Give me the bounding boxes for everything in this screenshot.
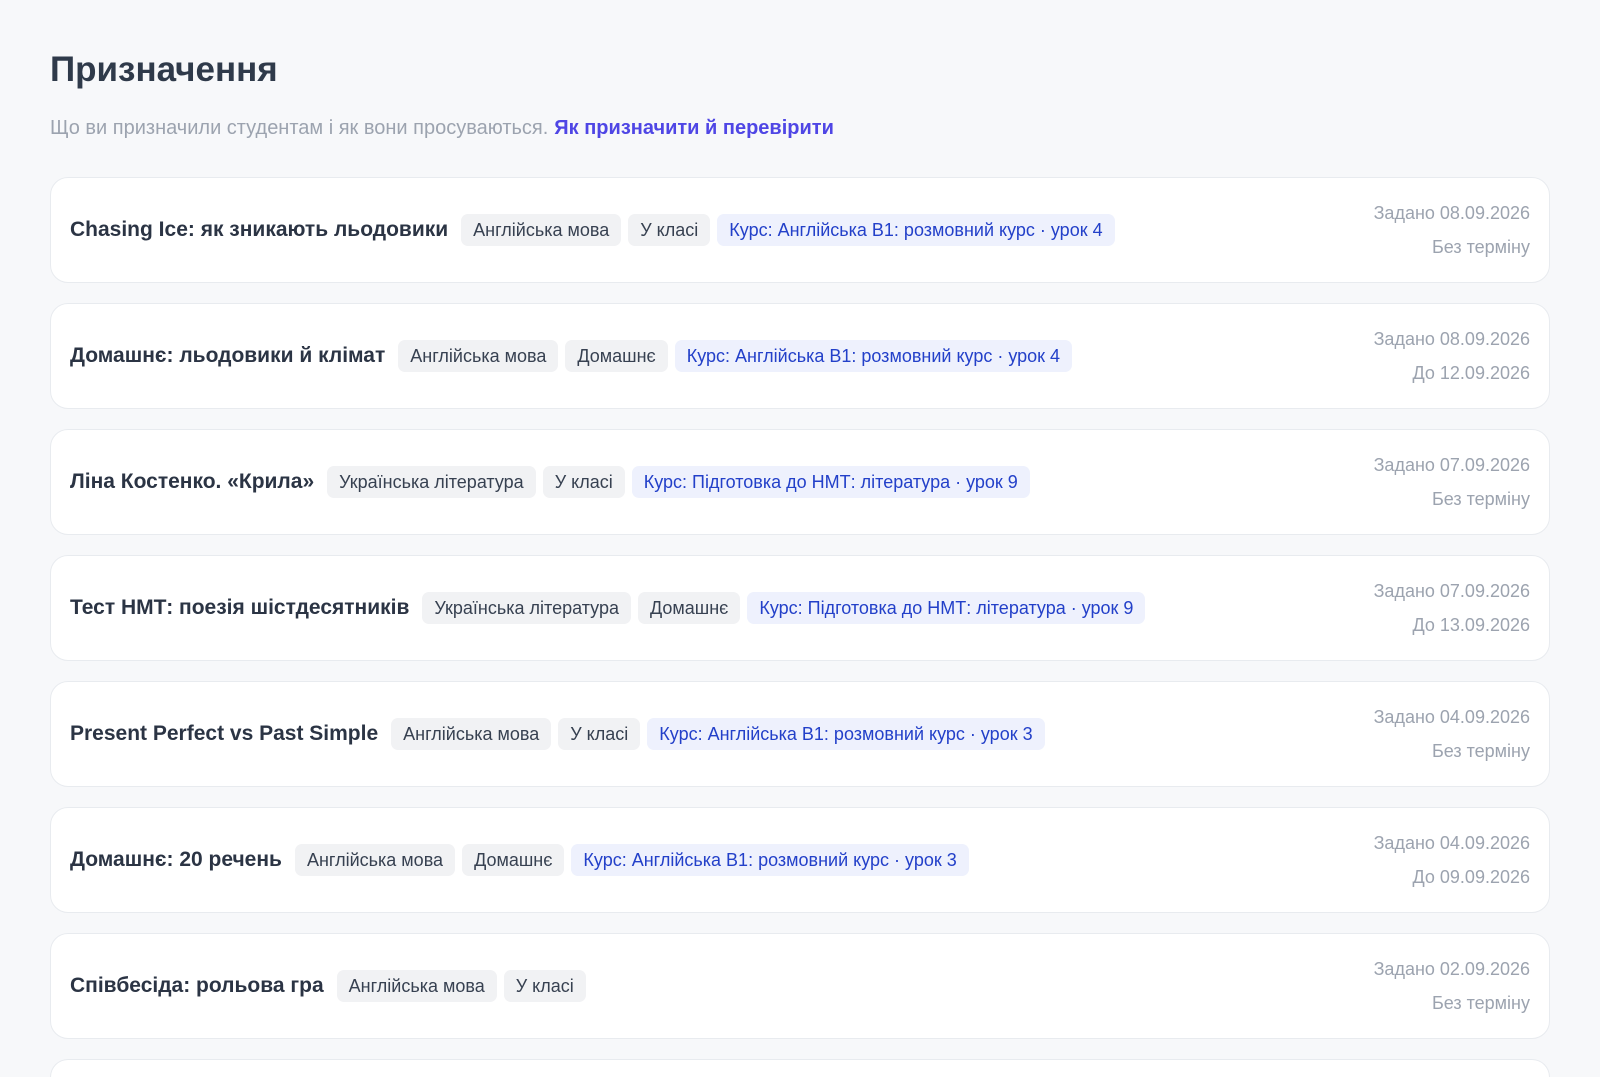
subtitle-text: Що ви призначили студентам і як вони про…	[50, 117, 549, 139]
assignment-card-partial[interactable]	[50, 1059, 1550, 1077]
due-date: Без терміну	[1431, 489, 1530, 509]
subject-tag: Англійська мова	[391, 718, 552, 750]
assignment-card[interactable]: Співбесіда: рольова гра Англійська мова …	[50, 933, 1550, 1039]
assignment-info: Домашнє: льодовики й клімат Англійська м…	[70, 340, 1073, 372]
assignment-info: Chasing Ice: як зникають льодовики Англі…	[70, 214, 1115, 246]
subject-tag: Англійська мова	[336, 970, 497, 1002]
course-tag[interactable]: Курс: Англійська B1: розмовний курс · ур…	[674, 340, 1073, 372]
page-subtitle: Що ви призначили студентам і як вони про…	[50, 114, 1550, 142]
subject-tag: Українська література	[422, 592, 631, 624]
assignment-info: Ліна Костенко. «Крила» Українська літера…	[70, 466, 1030, 498]
assigned-date: Задано 04.09.2026	[1373, 833, 1530, 853]
assignment-card[interactable]: Домашнє: льодовики й клімат Англійська м…	[50, 303, 1550, 409]
assigned-date: Задано 04.09.2026	[1373, 707, 1530, 727]
assignment-title[interactable]: Співбесіда: рольова гра	[70, 974, 324, 998]
assignment-dates: Задано 04.09.2026 Без терміну	[1374, 700, 1530, 768]
mode-tag: У класі	[542, 466, 625, 498]
subject-tag: Англійська мова	[461, 214, 622, 246]
assigned-date: Задано 08.09.2026	[1373, 329, 1530, 349]
assignment-title[interactable]: Домашнє: 20 речень	[70, 848, 282, 872]
course-tag[interactable]: Курс: Підготовка до НМТ: література · ур…	[747, 592, 1146, 624]
mode-tag: У класі	[503, 970, 586, 1002]
subject-tag: Англійська мова	[294, 844, 456, 876]
course-tag[interactable]: Курс: Підготовка до НМТ: література · ур…	[631, 466, 1030, 498]
assignment-title[interactable]: Ліна Костенко. «Крила»	[70, 470, 314, 494]
assignment-info: Співбесіда: рольова гра Англійська мова …	[70, 970, 586, 1002]
assignment-dates: Задано 08.09.2026 Без терміну	[1374, 196, 1530, 264]
assignment-card[interactable]: Present Perfect vs Past Simple Англійськ…	[50, 681, 1550, 787]
mode-tag: Домашнє	[462, 844, 565, 876]
assignment-card[interactable]: Тест НМТ: поезія шістдесятників Українсь…	[50, 555, 1550, 661]
assignment-dates: Задано 08.09.2026 До 12.09.2026	[1374, 322, 1530, 390]
assignment-title[interactable]: Present Perfect vs Past Simple	[70, 722, 378, 746]
assignment-title[interactable]: Домашнє: льодовики й клімат	[70, 344, 385, 368]
subject-tag: Англійська мова	[398, 340, 559, 372]
due-date: До 09.09.2026	[1412, 867, 1531, 887]
help-link[interactable]: Як призначити й перевірити	[554, 117, 834, 139]
assignment-info: Домашнє: 20 речень Англійська мова Домаш…	[70, 844, 969, 876]
assigned-date: Задано 07.09.2026	[1373, 455, 1530, 475]
assignment-dates: Задано 07.09.2026 Без терміну	[1374, 448, 1530, 516]
mode-tag: Домашнє	[637, 592, 741, 624]
course-tag[interactable]: Курс: Англійська B1: розмовний курс · ур…	[647, 718, 1045, 750]
course-tag[interactable]: Курс: Англійська B1: розмовний курс · ур…	[571, 844, 969, 876]
assignment-list: Chasing Ice: як зникають льодовики Англі…	[50, 177, 1550, 1039]
assignment-dates: Задано 07.09.2026 До 13.09.2026	[1374, 574, 1530, 642]
due-date: Без терміну	[1431, 741, 1530, 761]
assignment-info: Present Perfect vs Past Simple Англійськ…	[70, 718, 1045, 750]
assignment-info: Тест НМТ: поезія шістдесятників Українсь…	[70, 592, 1146, 624]
due-date: До 13.09.2026	[1412, 615, 1531, 635]
page-title: Призначення	[50, 50, 278, 89]
assignment-card[interactable]: Ліна Костенко. «Крила» Українська літера…	[50, 429, 1550, 535]
due-date: Без терміну	[1431, 237, 1530, 257]
subject-tag: Українська література	[327, 466, 536, 498]
assignment-card[interactable]: Домашнє: 20 речень Англійська мова Домаш…	[50, 807, 1550, 913]
course-tag[interactable]: Курс: Англійська B1: розмовний курс · ур…	[717, 214, 1115, 246]
assignment-dates: Задано 02.09.2026 Без терміну	[1374, 952, 1530, 1020]
assignment-title[interactable]: Chasing Ice: як зникають льодовики	[70, 218, 448, 242]
assignments-page: Призначення Що ви призначили студентам і…	[0, 0, 1600, 1077]
assignment-card[interactable]: Chasing Ice: як зникають льодовики Англі…	[50, 177, 1550, 283]
assignment-title[interactable]: Тест НМТ: поезія шістдесятників	[70, 596, 409, 620]
assigned-date: Задано 07.09.2026	[1373, 581, 1530, 601]
assignment-dates: Задано 04.09.2026 До 09.09.2026	[1374, 826, 1530, 894]
mode-tag: У класі	[558, 718, 641, 750]
assigned-date: Задано 02.09.2026	[1373, 959, 1530, 979]
due-date: Без терміну	[1431, 993, 1530, 1013]
due-date: До 12.09.2026	[1412, 363, 1531, 383]
assigned-date: Задано 08.09.2026	[1373, 203, 1530, 223]
mode-tag: Домашнє	[565, 340, 668, 372]
mode-tag: У класі	[628, 214, 711, 246]
